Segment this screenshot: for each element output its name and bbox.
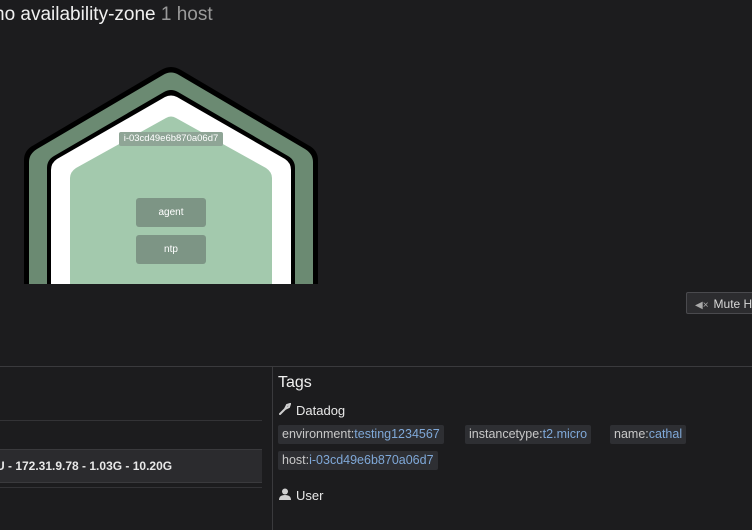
tag-value: testing1234567 [354,427,440,441]
user-icon [279,488,293,503]
tag-value: t2.micro [542,427,588,441]
app-ntp-box[interactable]: ntp [136,235,206,264]
user-tags-header: User [279,488,323,503]
tag-value: cathal [648,427,683,441]
mute-button-label: Mute H [713,297,752,311]
mute-host-button[interactable]: ◀× Mute H [686,292,752,314]
user-label: User [296,488,324,503]
host-hexagon[interactable]: i-03cd49e6b870a06d7 agent ntp [0,0,752,300]
host-map-view: no availability-zone 1 host i-03cd49e6b8… [0,0,752,530]
left-separator-bottom [0,487,262,488]
host-name-label: i-03cd49e6b870a06d7 [119,132,223,146]
tag-key: host: [282,453,310,467]
tag-instancetype[interactable]: instancetype:t2.micro [465,425,592,444]
panel-divider-horizontal [0,366,752,367]
tag-key: name: [614,427,649,441]
app-agent-box[interactable]: agent [136,198,206,227]
speaker-mute-icon: ◀× [695,300,709,311]
hexagon-graphic [0,67,752,300]
tag-value: i-03cd49e6b870a06d7 [309,453,434,467]
datadog-label: Datadog [296,403,346,418]
host-summary-row[interactable]: U - 172.31.9.78 - 1.03G - 10.20G [0,449,262,483]
datadog-tags-header: Datadog [279,402,346,418]
left-separator-top [0,420,262,421]
tag-key: instancetype: [469,427,543,441]
tags-title: Tags [278,374,312,391]
panel-divider-vertical [272,367,273,530]
tag-environment[interactable]: environment:testing1234567 [278,425,444,444]
tag-key: environment: [282,427,355,441]
tag-name[interactable]: name:cathal [610,425,687,444]
wrench-icon [279,402,293,418]
tag-host[interactable]: host:i-03cd49e6b870a06d7 [278,451,438,470]
